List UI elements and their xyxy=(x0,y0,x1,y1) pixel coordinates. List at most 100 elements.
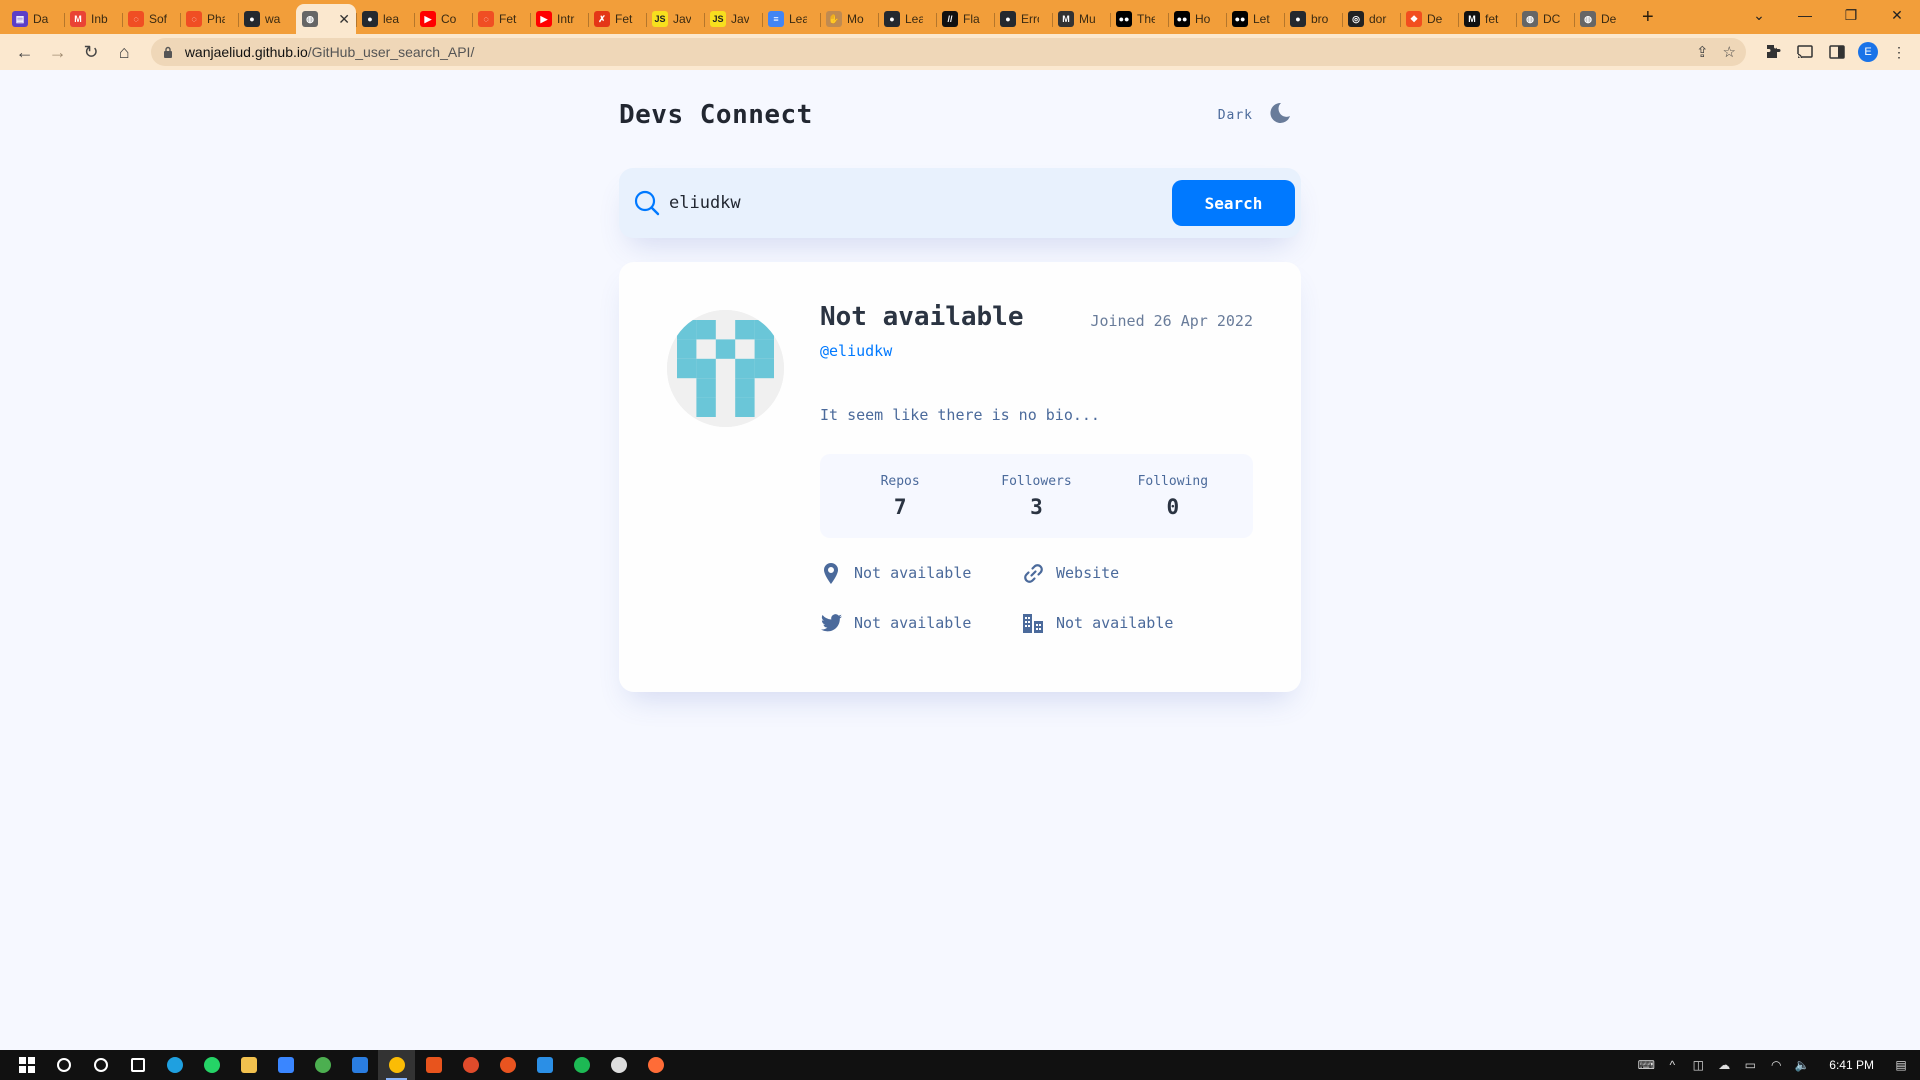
search-bar: Search xyxy=(619,168,1301,238)
tab-search-button[interactable]: ⌄ xyxy=(1736,0,1782,30)
user-login-link[interactable]: @eliudkw xyxy=(820,342,1253,360)
taskbar-chrome-alt-icon[interactable] xyxy=(304,1050,341,1080)
browser-tab[interactable]: ● lea xyxy=(356,5,414,33)
browser-tab[interactable]: ◌ Sof xyxy=(122,5,180,33)
company-item: Not available xyxy=(1022,612,1242,634)
address-bar[interactable]: wanjaeliud.github.io/GitHub_user_search_… xyxy=(150,38,1746,66)
forward-button[interactable]: → xyxy=(43,37,72,67)
website-link[interactable]: Website xyxy=(1056,564,1119,582)
omnibox-actions: ⇪ ☆ xyxy=(1696,43,1736,61)
taskbar-ubuntu-icon[interactable] xyxy=(489,1050,526,1080)
notifications-icon[interactable]: ▤ xyxy=(1894,1058,1908,1072)
share-icon[interactable]: ⇪ xyxy=(1696,43,1709,61)
taskbar-spotify-icon[interactable] xyxy=(563,1050,600,1080)
taskbar-chrome-2-icon[interactable] xyxy=(452,1050,489,1080)
taskbar-file-explorer-icon[interactable] xyxy=(230,1050,267,1080)
browser-tab[interactable]: ✗ Fet xyxy=(588,5,646,33)
show-hidden-icons-chevron-icon[interactable]: ^ xyxy=(1665,1058,1679,1072)
browser-tab[interactable]: JS Jav xyxy=(646,5,704,33)
username-search-input[interactable] xyxy=(669,183,1172,223)
profile-avatar[interactable]: E xyxy=(1857,42,1878,62)
taskbar-app-glyph xyxy=(203,1057,220,1073)
tab-favicon-icon: ▤ xyxy=(12,11,28,27)
taskbar-office-icon[interactable] xyxy=(415,1050,452,1080)
browser-tab[interactable]: ≡ Lea xyxy=(762,5,820,33)
browser-tab[interactable]: ◌ Fet xyxy=(472,5,530,33)
taskbar-store-icon[interactable] xyxy=(267,1050,304,1080)
browser-tab[interactable]: M Inb xyxy=(64,5,122,33)
theme-toggle[interactable]: Dark xyxy=(1218,102,1291,128)
taskbar-edge-icon[interactable] xyxy=(156,1050,193,1080)
keyboard-icon[interactable]: ⌨ xyxy=(1638,1058,1655,1072)
user-bio: It seem like there is no bio... xyxy=(820,406,1100,424)
meet-now-icon[interactable]: ◫ xyxy=(1691,1058,1705,1072)
battery-icon[interactable]: ▭ xyxy=(1743,1058,1757,1072)
onedrive-cloud-icon[interactable]: ☁ xyxy=(1717,1058,1731,1072)
bookmark-star-icon[interactable]: ☆ xyxy=(1723,43,1736,61)
browser-tab[interactable]: M Mu xyxy=(1052,5,1110,33)
taskbar-search-icon[interactable] xyxy=(45,1050,82,1080)
taskbar-cortana-icon[interactable] xyxy=(82,1050,119,1080)
browser-tab[interactable]: ◍ DC xyxy=(1516,5,1574,33)
side-panel-icon[interactable] xyxy=(1826,41,1848,63)
browser-tab[interactable]: Mfet xyxy=(1458,5,1516,33)
browser-tab[interactable]: ◌ Pha xyxy=(180,5,238,33)
browser-tab[interactable]: ◍ ✕ xyxy=(296,4,356,34)
browser-tab[interactable]: ◎ dor xyxy=(1342,5,1400,33)
home-button[interactable]: ⌂ xyxy=(110,37,139,67)
taskbar-whatsapp-icon[interactable] xyxy=(193,1050,230,1080)
tab-title: De xyxy=(1601,12,1617,26)
new-tab-button[interactable]: + xyxy=(1642,0,1654,34)
taskbar-mail-icon[interactable] xyxy=(341,1050,378,1080)
lock-icon[interactable] xyxy=(161,45,175,59)
browser-tab[interactable]: ▤ Da xyxy=(6,5,64,33)
extensions-icon[interactable] xyxy=(1762,41,1784,63)
browser-tab[interactable]: ●● The xyxy=(1110,5,1168,33)
browser-tab[interactable]: ● wa xyxy=(238,5,296,33)
back-button[interactable]: ← xyxy=(10,37,39,67)
minimize-button[interactable]: — xyxy=(1782,0,1828,30)
browser-tab[interactable]: ● Erro xyxy=(994,5,1052,33)
browser-tab[interactable]: ▶ Co xyxy=(414,5,472,33)
browser-tab[interactable]: ▶ Intr xyxy=(530,5,588,33)
windows-start-icon[interactable] xyxy=(8,1050,45,1080)
browser-tab[interactable]: ❖ De xyxy=(1400,5,1458,33)
browser-tab[interactable]: ◍ De xyxy=(1574,5,1632,33)
taskbar-vscode-icon[interactable] xyxy=(526,1050,563,1080)
browser-tab[interactable]: ● Lea xyxy=(878,5,936,33)
tab-title: Jav xyxy=(731,12,749,26)
browser-tab[interactable]: ● bro xyxy=(1284,5,1342,33)
restore-button[interactable]: ❐ xyxy=(1828,0,1874,30)
browser-tab[interactable]: JS Jav xyxy=(704,5,762,33)
taskbar-app-glyph xyxy=(56,1058,71,1072)
menu-kebab-icon[interactable]: ⋮ xyxy=(1888,41,1910,63)
tab-favicon-icon: ◎ xyxy=(1348,11,1364,27)
tab-close-icon[interactable]: ✕ xyxy=(338,11,350,28)
taskbar-app-glyph xyxy=(388,1057,405,1073)
stat-value: 7 xyxy=(893,494,907,519)
browser-tab[interactable]: ✋ Mo xyxy=(820,5,878,33)
profile-details: Not available Joined 26 Apr 2022 @eliudk… xyxy=(820,302,1253,634)
tab-favicon-icon: ▶ xyxy=(536,11,552,27)
stats-panel: Repos 7 Followers 3 Following 0 xyxy=(820,454,1253,538)
taskbar-postman-icon[interactable] xyxy=(637,1050,674,1080)
website-item[interactable]: Website xyxy=(1022,562,1242,584)
cast-icon[interactable] xyxy=(1794,41,1816,63)
wifi-icon[interactable]: ◠ xyxy=(1769,1058,1783,1072)
office-building-icon xyxy=(1022,612,1044,634)
reload-button[interactable]: ↻ xyxy=(76,37,105,67)
browser-tab[interactable]: // Fla xyxy=(936,5,994,33)
close-window-button[interactable]: ✕ xyxy=(1874,0,1920,30)
taskbar-chrome-3-icon[interactable] xyxy=(600,1050,637,1080)
volume-icon[interactable]: 🔈 xyxy=(1795,1058,1810,1072)
browser-tab[interactable]: ●● Let xyxy=(1226,5,1284,33)
taskbar-app-glyph xyxy=(240,1057,257,1073)
search-button[interactable]: Search xyxy=(1172,180,1295,226)
taskbar-chrome-icon[interactable] xyxy=(378,1050,415,1080)
profile-card: Not available Joined 26 Apr 2022 @eliudk… xyxy=(619,262,1301,692)
browser-tab[interactable]: ●● Ho xyxy=(1168,5,1226,33)
taskbar-app-glyph xyxy=(166,1057,183,1073)
taskbar-task-view-icon[interactable] xyxy=(119,1050,156,1080)
taskbar-clock[interactable]: 6:41 PM xyxy=(1829,1058,1874,1072)
tab-favicon-icon: // xyxy=(942,11,958,27)
